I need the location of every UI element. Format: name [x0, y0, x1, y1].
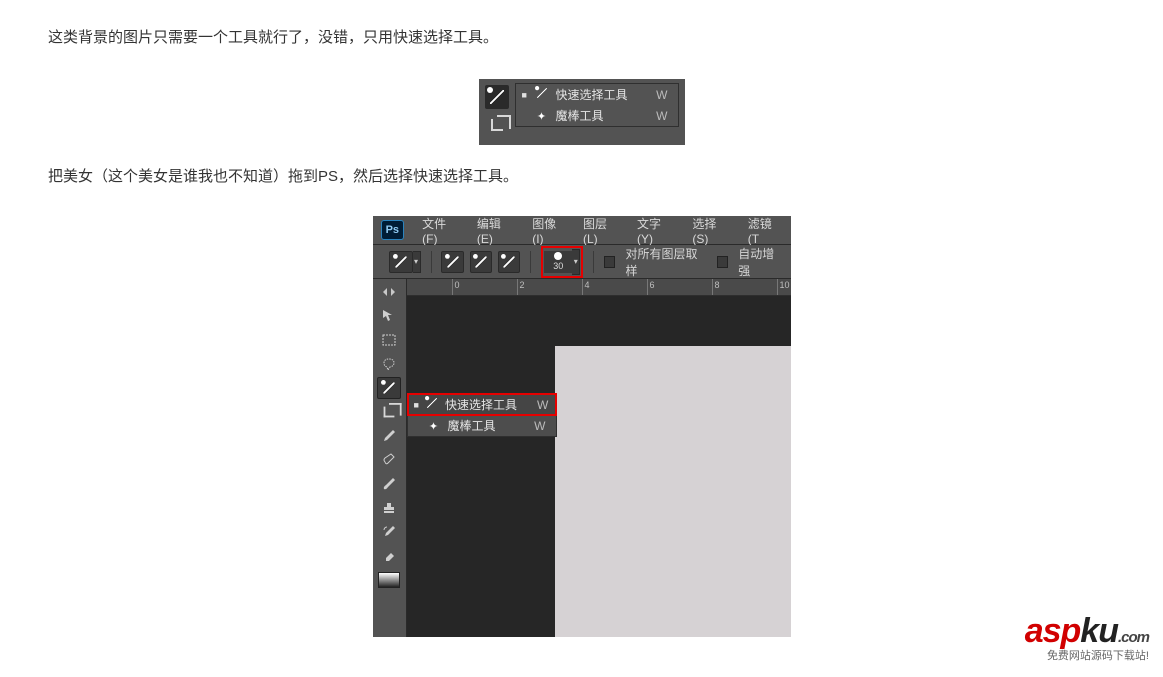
article-paragraph-2: 把美女（这个美女是谁我也不知道）拖到PS，然后选择快速选择工具。	[0, 145, 1163, 190]
menu-edit[interactable]: 编辑(E)	[469, 216, 524, 244]
ruler-tick: 10	[777, 279, 790, 295]
watermark-prefix: asp	[1025, 612, 1081, 650]
crop-tool-icon	[485, 113, 509, 137]
photo-layer	[555, 346, 791, 637]
divider	[530, 251, 531, 273]
ruler-tick: 8	[712, 279, 720, 295]
menu-filter[interactable]: 滤镜(T	[740, 216, 791, 244]
ruler-horizontal: 0 2 4 6 8 10	[407, 279, 791, 296]
marquee-tool-icon[interactable]	[377, 329, 401, 351]
quick-select-tool-icon[interactable]	[377, 377, 401, 399]
auto-enhance-checkbox[interactable]	[717, 256, 728, 268]
flyout-item-label: 魔棒工具	[448, 417, 515, 434]
flyout-bullet: ■	[522, 90, 528, 100]
menu-file[interactable]: 文件(F)	[414, 216, 469, 244]
gradient-tool-icon[interactable]	[377, 569, 401, 591]
tool-preset-button[interactable]	[389, 251, 413, 273]
ps-logo: Ps	[381, 220, 405, 240]
stamp-tool-icon[interactable]	[377, 497, 401, 519]
watermark-tld: .com	[1118, 629, 1149, 646]
menu-type[interactable]: 文字(Y)	[629, 216, 684, 244]
menu-bar: Ps 文件(F) 编辑(E) 图像(I) 图层(L) 文字(Y) 选择(S) 滤…	[373, 216, 791, 245]
brush-preview[interactable]: 30	[544, 251, 572, 273]
brush-size-value: 30	[553, 261, 563, 271]
ruler-tick: 0	[452, 279, 460, 295]
history-brush-tool-icon[interactable]	[377, 521, 401, 543]
tool-flyout: ■ 快速选择工具 W 魔棒工具 W	[515, 83, 679, 127]
tool-flyout-main: ■ 快速选择工具 W 魔棒工具 W	[407, 393, 557, 437]
divider	[593, 251, 594, 273]
flyout-item-shortcut: W	[537, 398, 548, 412]
flyout-item-shortcut: W	[656, 109, 667, 123]
canvas-area[interactable]	[407, 296, 791, 637]
brush-tool-icon[interactable]	[377, 473, 401, 495]
brush-size-highlight: 30 ▾	[541, 246, 583, 278]
flyout-bullet: ■	[414, 400, 419, 410]
lasso-tool-icon[interactable]	[377, 353, 401, 375]
crop-tool-icon[interactable]	[377, 401, 401, 423]
ruler-tick: 2	[517, 279, 525, 295]
watermark: aspku.com 免费网站源码下载站!	[1025, 612, 1149, 663]
flyout-item-label: 快速选择工具	[445, 396, 517, 413]
expand-arrows-icon[interactable]	[377, 281, 401, 303]
ruler-tick: 6	[647, 279, 655, 295]
tool-preset-dropdown[interactable]: ▾	[413, 251, 421, 273]
magic-wand-icon	[426, 419, 442, 433]
brush-dot-icon	[554, 252, 562, 260]
move-tool-icon[interactable]	[377, 305, 401, 327]
flyout-item-magic-wand[interactable]: 魔棒工具 W	[516, 105, 678, 126]
quick-select-icon	[425, 396, 439, 413]
healing-brush-tool-icon[interactable]	[377, 449, 401, 471]
flyout-item-label: 魔棒工具	[556, 107, 637, 124]
tool-flyout-inset: ■ 快速选择工具 W 魔棒工具 W	[479, 79, 685, 145]
flyout-item-label: 快速选择工具	[556, 86, 637, 103]
toolbox	[373, 279, 407, 637]
auto-enhance-label: 自动增强	[738, 245, 782, 279]
menu-layer[interactable]: 图层(L)	[575, 216, 629, 244]
flyout-item-quick-select[interactable]: ■ 快速选择工具 W	[408, 394, 556, 415]
quick-select-icon	[534, 86, 550, 103]
quick-select-tool-icon	[485, 85, 509, 109]
watermark-suffix: ku	[1080, 612, 1118, 650]
divider	[431, 251, 432, 273]
new-selection-button[interactable]	[441, 251, 463, 273]
article-paragraph-1: 这类背景的图片只需要一个工具就行了，没错，只用快速选择工具。	[0, 0, 1163, 51]
options-bar: ▾ 30 ▾ 对所有图层取样 自动增强	[373, 245, 791, 279]
eyedropper-tool-icon[interactable]	[377, 425, 401, 447]
flyout-item-quick-select[interactable]: ■ 快速选择工具 W	[516, 84, 678, 105]
menu-image[interactable]: 图像(I)	[524, 216, 575, 244]
sample-all-layers-label: 对所有图层取样	[625, 245, 703, 279]
add-selection-button[interactable]	[470, 251, 492, 273]
photoshop-screenshot: Ps 文件(F) 编辑(E) 图像(I) 图层(L) 文字(Y) 选择(S) 滤…	[373, 216, 791, 637]
flyout-item-shortcut: W	[656, 88, 667, 102]
sample-all-layers-checkbox[interactable]	[604, 256, 615, 268]
flyout-item-shortcut: W	[534, 419, 545, 433]
flyout-item-magic-wand[interactable]: 魔棒工具 W	[408, 415, 556, 436]
ruler-tick: 4	[582, 279, 590, 295]
magic-wand-icon	[534, 109, 550, 123]
subtract-selection-button[interactable]	[498, 251, 520, 273]
eraser-tool-icon[interactable]	[377, 545, 401, 567]
brush-dropdown[interactable]: ▾	[572, 249, 580, 275]
menu-select[interactable]: 选择(S)	[684, 216, 739, 244]
